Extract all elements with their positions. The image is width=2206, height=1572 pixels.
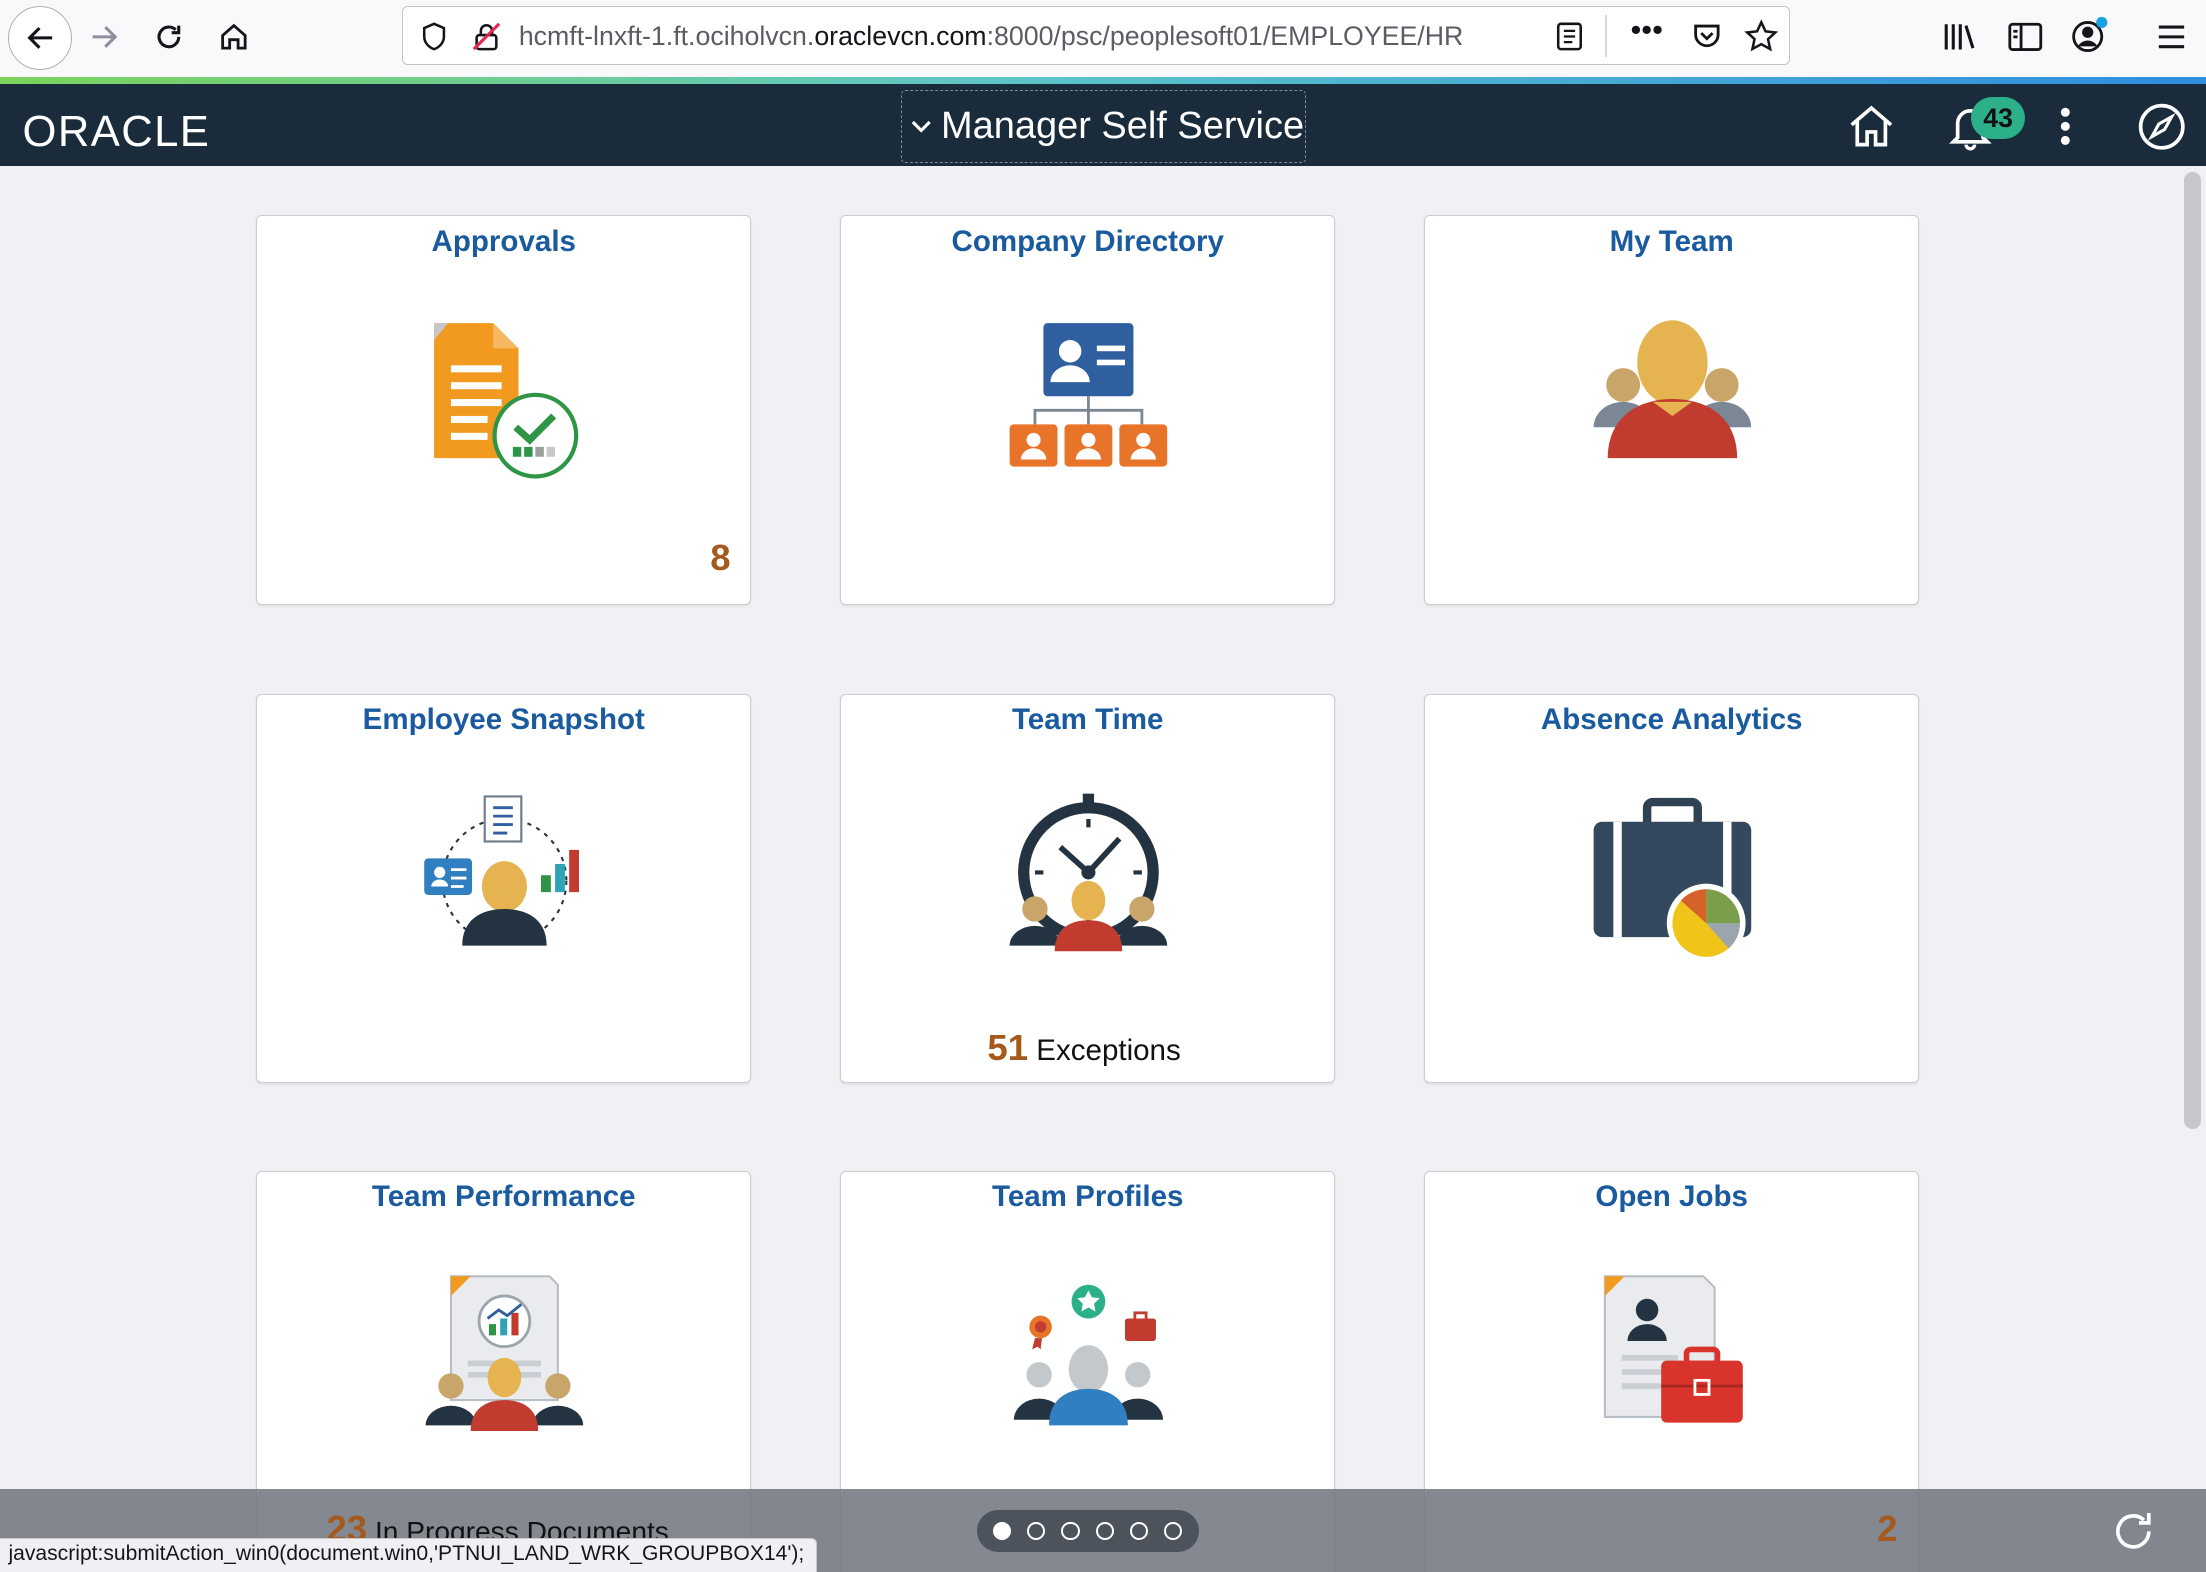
more-vertical-icon — [2061, 108, 2071, 146]
home-icon — [220, 23, 247, 50]
pocket-icon[interactable] — [1690, 19, 1724, 53]
approvals-icon — [434, 323, 579, 479]
notification-badge: 43 — [1971, 97, 2025, 140]
tile-title: Approvals — [431, 224, 576, 258]
tile-absence-analytics[interactable]: Absence Analytics — [1424, 693, 1920, 1084]
exceptions-summary: 51 Exceptions — [987, 1027, 1180, 1069]
shield-icon — [423, 22, 446, 51]
library-icon[interactable] — [1942, 20, 1979, 54]
tile-title: My Team — [1609, 224, 1734, 258]
bookmark-star-icon[interactable] — [1743, 18, 1780, 55]
navbar-button[interactable] — [2133, 98, 2189, 154]
browser-toolbar: hcmft-lnxft-1.ft.ociholvcn.oraclevcn.com… — [0, 0, 2206, 79]
page-dots — [976, 1509, 1199, 1553]
approvals-count: 8 — [710, 537, 731, 579]
loading-accent-line — [0, 77, 2206, 85]
home-icon — [1850, 105, 1893, 147]
arrow-right-icon — [92, 25, 118, 48]
home-button[interactable] — [1843, 98, 1899, 154]
arrow-left-icon — [26, 26, 52, 49]
reload-button[interactable] — [144, 11, 195, 62]
status-bar-url: javascript:submitAction_win0(document.wi… — [0, 1538, 817, 1572]
account-icon[interactable] — [2068, 14, 2110, 56]
chevron-down-icon — [911, 121, 931, 134]
app-header: ORACLE Manager Self Service — [0, 84, 2206, 167]
actions-menu-button[interactable] — [2038, 98, 2094, 154]
tile-company-directory[interactable]: Company Directory — [840, 215, 1336, 606]
forward-button[interactable] — [79, 11, 130, 62]
back-button[interactable] — [8, 5, 73, 70]
page-dot-1[interactable] — [992, 1521, 1012, 1541]
refresh-icon[interactable] — [2108, 1506, 2159, 1557]
briefcase-chart-icon — [1593, 797, 1752, 963]
tile-title: Open Jobs — [1595, 1180, 1748, 1214]
tile-title: Employee Snapshot — [362, 703, 645, 737]
url-divider — [1605, 15, 1607, 58]
homepage-title: Manager Self Service — [940, 105, 1305, 148]
url-bar[interactable]: hcmft-lnxft-1.ft.ociholvcn.oraclevcn.com… — [402, 5, 1790, 65]
page-dot-5[interactable] — [1129, 1521, 1149, 1541]
oracle-logo: ORACLE — [22, 108, 211, 157]
org-chart-icon — [1009, 323, 1168, 467]
reader-view-icon[interactable] — [1554, 21, 1585, 52]
clock-team-icon — [1009, 793, 1168, 951]
homepage-selector[interactable]: Manager Self Service — [900, 90, 1306, 164]
tile-title: Company Directory — [951, 224, 1224, 258]
page-dot-6[interactable] — [1164, 1521, 1183, 1541]
job-posting-icon — [1604, 1274, 1744, 1423]
url-text[interactable]: hcmft-lnxft-1.ft.ociholvcn.oraclevcn.com… — [519, 21, 1538, 52]
more-actions-icon[interactable]: ••• — [1630, 12, 1663, 48]
tile-my-team[interactable]: My Team — [1424, 215, 1920, 606]
exceptions-count: 51 — [987, 1026, 1029, 1068]
tile-approvals[interactable]: Approvals 8 — [256, 215, 752, 606]
exceptions-label: Exceptions — [1036, 1033, 1181, 1067]
insecure-lock-icon — [472, 22, 501, 51]
reload-icon — [157, 25, 181, 48]
tile-team-time[interactable]: Team Time 51 Exceptions — [840, 693, 1336, 1084]
page-dot-3[interactable] — [1061, 1521, 1080, 1541]
employee-snapshot-icon — [424, 794, 580, 946]
sidebar-icon[interactable] — [2007, 20, 2044, 54]
page-dot-2[interactable] — [1027, 1521, 1046, 1541]
tile-title: Team Profiles — [991, 1180, 1184, 1214]
compass-icon — [2138, 103, 2185, 150]
profiles-icon — [1014, 1284, 1164, 1426]
page-dot-4[interactable] — [1095, 1521, 1114, 1541]
hamburger-menu-icon[interactable] — [2156, 20, 2187, 54]
scrollbar-thumb[interactable] — [2183, 171, 2201, 1129]
tile-title: Team Time — [1011, 703, 1164, 737]
home-button[interactable] — [208, 11, 259, 62]
tile-employee-snapshot[interactable]: Employee Snapshot — [256, 693, 752, 1084]
performance-icon — [425, 1274, 584, 1431]
open-jobs-count: 2 — [1877, 1508, 1898, 1550]
team-icon — [1593, 320, 1752, 459]
tile-title: Absence Analytics — [1540, 703, 1803, 737]
tile-title: Team Performance — [371, 1180, 636, 1214]
